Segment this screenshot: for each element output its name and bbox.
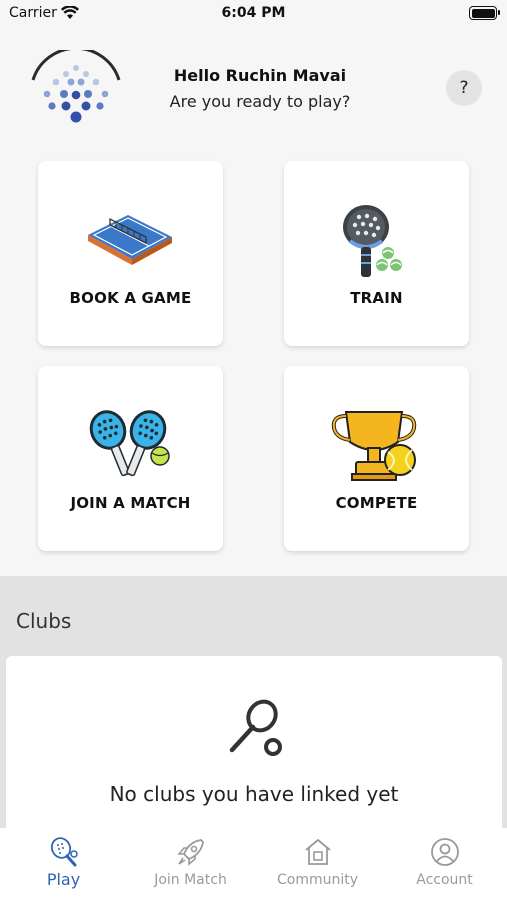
tab-account[interactable]: Account — [381, 828, 507, 900]
greeting-title: Hello Ruchin Mavai — [173, 66, 347, 85]
home-icon — [305, 839, 331, 865]
compete-tile[interactable]: COMPETE — [284, 366, 469, 551]
battery-icon — [469, 6, 500, 20]
tile-label: COMPETE — [335, 494, 418, 512]
clubs-title: Clubs — [16, 609, 72, 633]
tab-play[interactable]: Play — [0, 828, 127, 900]
tab-bar: Play Join Match Community Account — [0, 828, 507, 900]
clubs-section: Clubs No clubs you have linked yet — [0, 576, 507, 846]
tab-label: Community — [276, 872, 359, 888]
crossed-rackets-icon — [89, 410, 170, 477]
help-button[interactable]: ? — [446, 70, 482, 106]
padel-racket-icon — [50, 837, 78, 867]
padel-racket-balls-icon — [343, 205, 402, 277]
tile-label: TRAIN — [350, 289, 403, 307]
greeting-subtitle: Are you ready to play? — [169, 92, 351, 111]
train-tile[interactable]: TRAIN — [284, 161, 469, 346]
tab-join-match[interactable]: Join Match — [127, 828, 254, 900]
greeting-block: Hello Ruchin Mavai Are you ready to play… — [140, 66, 380, 111]
tab-label: Play — [46, 870, 81, 889]
app-logo — [28, 46, 124, 126]
tennis-court-icon — [88, 215, 172, 265]
rocket-icon — [177, 839, 204, 866]
user-circle-icon — [431, 838, 459, 866]
status-bar: Carrier 6:04 PM — [0, 0, 507, 28]
tile-label: BOOK A GAME — [69, 289, 192, 307]
status-time: 6:04 PM — [221, 5, 286, 21]
tab-label: Account — [416, 872, 473, 888]
tile-label: JOIN A MATCH — [70, 494, 191, 512]
tab-label: Join Match — [154, 872, 227, 888]
join-a-match-tile[interactable]: JOIN A MATCH — [38, 366, 223, 551]
trophy-icon — [331, 411, 417, 481]
racket-icon — [229, 699, 282, 756]
clubs-empty-card: No clubs you have linked yet — [6, 656, 502, 846]
tab-community[interactable]: Community — [254, 828, 381, 900]
book-a-game-tile[interactable]: BOOK A GAME — [38, 161, 223, 346]
clubs-empty-message: No clubs you have linked yet — [109, 782, 399, 806]
